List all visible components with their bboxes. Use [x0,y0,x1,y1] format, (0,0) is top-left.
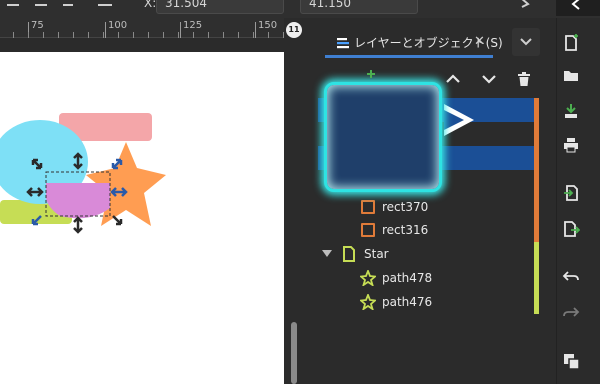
lock-ratio-icon[interactable] [518,0,532,8]
snap-toggle-button[interactable]: 11 [286,22,302,38]
layer-item-label[interactable]: path476 [382,295,432,309]
star-icon [360,270,376,286]
layers-dock [318,18,540,384]
dock-menu-button[interactable] [512,28,540,56]
tooltip-tail-inner [444,110,464,130]
align-icon[interactable] [6,0,20,8]
save-icon[interactable] [562,102,580,120]
close-tab-button[interactable]: ✕ [474,34,485,49]
layers-icon [337,38,349,49]
menu-icon[interactable] [98,0,112,8]
canvas-objects [0,113,166,234]
group-icon [343,246,355,262]
expand-triangle-icon[interactable] [322,250,332,258]
ruler-label: 150 [258,20,278,31]
chevron-down-icon [520,38,532,46]
layer-item-label[interactable]: rect370 [382,200,428,214]
ruler-label: 125 [183,20,203,31]
star-icon [360,294,376,310]
add-layer-icon[interactable] [366,70,376,78]
redo-icon[interactable] [562,304,580,322]
duplicate-icon[interactable] [562,352,580,370]
highlighted-tile [324,82,442,192]
top-toolbar: X: 31.504 41.150 [0,0,600,18]
layer-item-label[interactable]: rect316 [382,223,428,237]
scale-handle-se[interactable] [112,215,123,226]
rect-object-icon [361,223,375,237]
ruler-label: 75 [31,20,44,31]
ruler-major-tick [180,22,181,38]
move-down-icon[interactable] [480,70,498,88]
y-coordinate-field[interactable]: 41.150 [300,0,418,14]
distribute-icon[interactable] [34,0,48,8]
print-icon[interactable] [562,136,580,154]
export-icon[interactable] [562,220,580,238]
ruler-label: 100 [108,20,128,31]
chevron-left-icon [571,0,580,10]
layer-item-label[interactable]: path478 [382,271,432,285]
trash-icon[interactable] [515,70,533,88]
import-icon[interactable] [562,184,580,202]
undo-icon[interactable] [562,268,580,286]
layout-icon[interactable] [62,0,76,8]
toolbar-corner-button[interactable] [556,0,600,16]
new-document-icon[interactable] [562,34,580,52]
open-folder-icon[interactable] [562,66,580,84]
scale-handle-s[interactable] [73,216,83,234]
ruler-major-tick [255,22,256,38]
ruler-major-tick [105,22,106,38]
rect-object-icon [361,200,375,214]
horizontal-ruler[interactable]: 75 100 125 150 [0,18,284,38]
scrollbar-thumb[interactable] [291,322,297,384]
layer-color-indicator [534,242,539,314]
layer-color-indicator [534,98,539,242]
layer-group-label[interactable]: Star [364,247,389,261]
x-coordinate-field[interactable]: 31.504 [156,0,284,14]
x-label: X: [144,0,157,10]
